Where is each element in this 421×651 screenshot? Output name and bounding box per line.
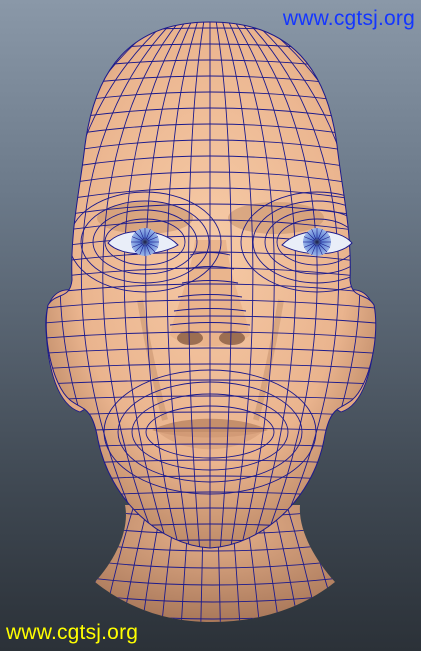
watermark-bottom: www.cgtsj.org [6, 621, 139, 644]
head-wireframe-model[interactable] [0, 0, 421, 651]
head-surface [45, 21, 377, 549]
3d-viewport[interactable]: www.cgtsj.org www.cgtsj.org [0, 0, 421, 651]
watermark-top: www.cgtsj.org [282, 7, 415, 30]
